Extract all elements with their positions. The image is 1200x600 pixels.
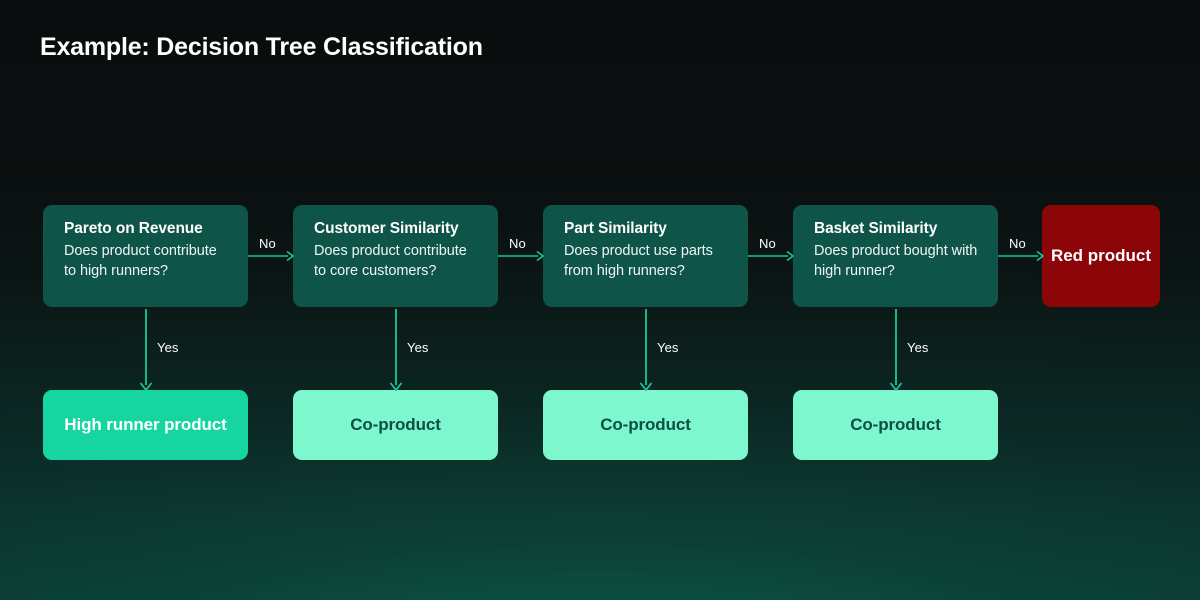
decision-node-part-similarity[interactable]: Part Similarity Does product use parts f… xyxy=(543,205,748,307)
arrow-label-yes-4: Yes xyxy=(907,340,929,355)
decision-node-title: Part Similarity xyxy=(564,220,667,237)
arrow-yes-3 xyxy=(639,309,653,391)
outcome-node-label: Co-product xyxy=(600,415,691,435)
decision-node-pareto-on-revenue[interactable]: Pareto on Revenue Does product contribut… xyxy=(43,205,248,307)
outcome-node-co-product-2[interactable]: Co-product xyxy=(543,390,748,460)
decision-node-customer-similarity[interactable]: Customer Similarity Does product contrib… xyxy=(293,205,498,307)
outcome-node-high-runner-product[interactable]: High runner product xyxy=(43,390,248,460)
outcome-node-label: Co-product xyxy=(350,415,441,435)
outcome-node-label: Co-product xyxy=(850,415,941,435)
arrow-label-yes-1: Yes xyxy=(157,340,179,355)
outcome-node-co-product-1[interactable]: Co-product xyxy=(293,390,498,460)
decision-node-question: Does product contribute to core customer… xyxy=(314,243,467,279)
arrow-label-yes-2: Yes xyxy=(407,340,429,355)
arrow-label-no-1: No xyxy=(259,236,276,251)
decision-node-title: Pareto on Revenue xyxy=(64,220,203,237)
diagram-canvas: Example: Decision Tree Classification Pa… xyxy=(0,0,1200,600)
outcome-node-label: Red product xyxy=(1050,246,1152,266)
decision-node-basket-similarity[interactable]: Basket Similarity Does product bought wi… xyxy=(793,205,998,307)
arrow-label-no-2: No xyxy=(509,236,526,251)
arrow-yes-1 xyxy=(139,309,153,391)
arrow-label-no-3: No xyxy=(759,236,776,251)
arrow-label-yes-3: Yes xyxy=(657,340,679,355)
decision-node-title: Customer Similarity xyxy=(314,220,459,237)
arrow-label-no-4: No xyxy=(1009,236,1026,251)
outcome-node-red-product[interactable]: Red product xyxy=(1042,205,1160,307)
decision-node-title: Basket Similarity xyxy=(814,220,938,237)
arrow-yes-4 xyxy=(889,309,903,391)
outcome-node-co-product-3[interactable]: Co-product xyxy=(793,390,998,460)
decision-node-question: Does product bought with high runner? xyxy=(814,243,978,279)
outcome-node-label: High runner product xyxy=(64,415,227,435)
decision-node-question: Does product contribute to high runners? xyxy=(64,243,217,279)
decision-node-question: Does product use parts from high runners… xyxy=(564,243,713,279)
arrow-yes-2 xyxy=(389,309,403,391)
page-title: Example: Decision Tree Classification xyxy=(40,33,483,61)
